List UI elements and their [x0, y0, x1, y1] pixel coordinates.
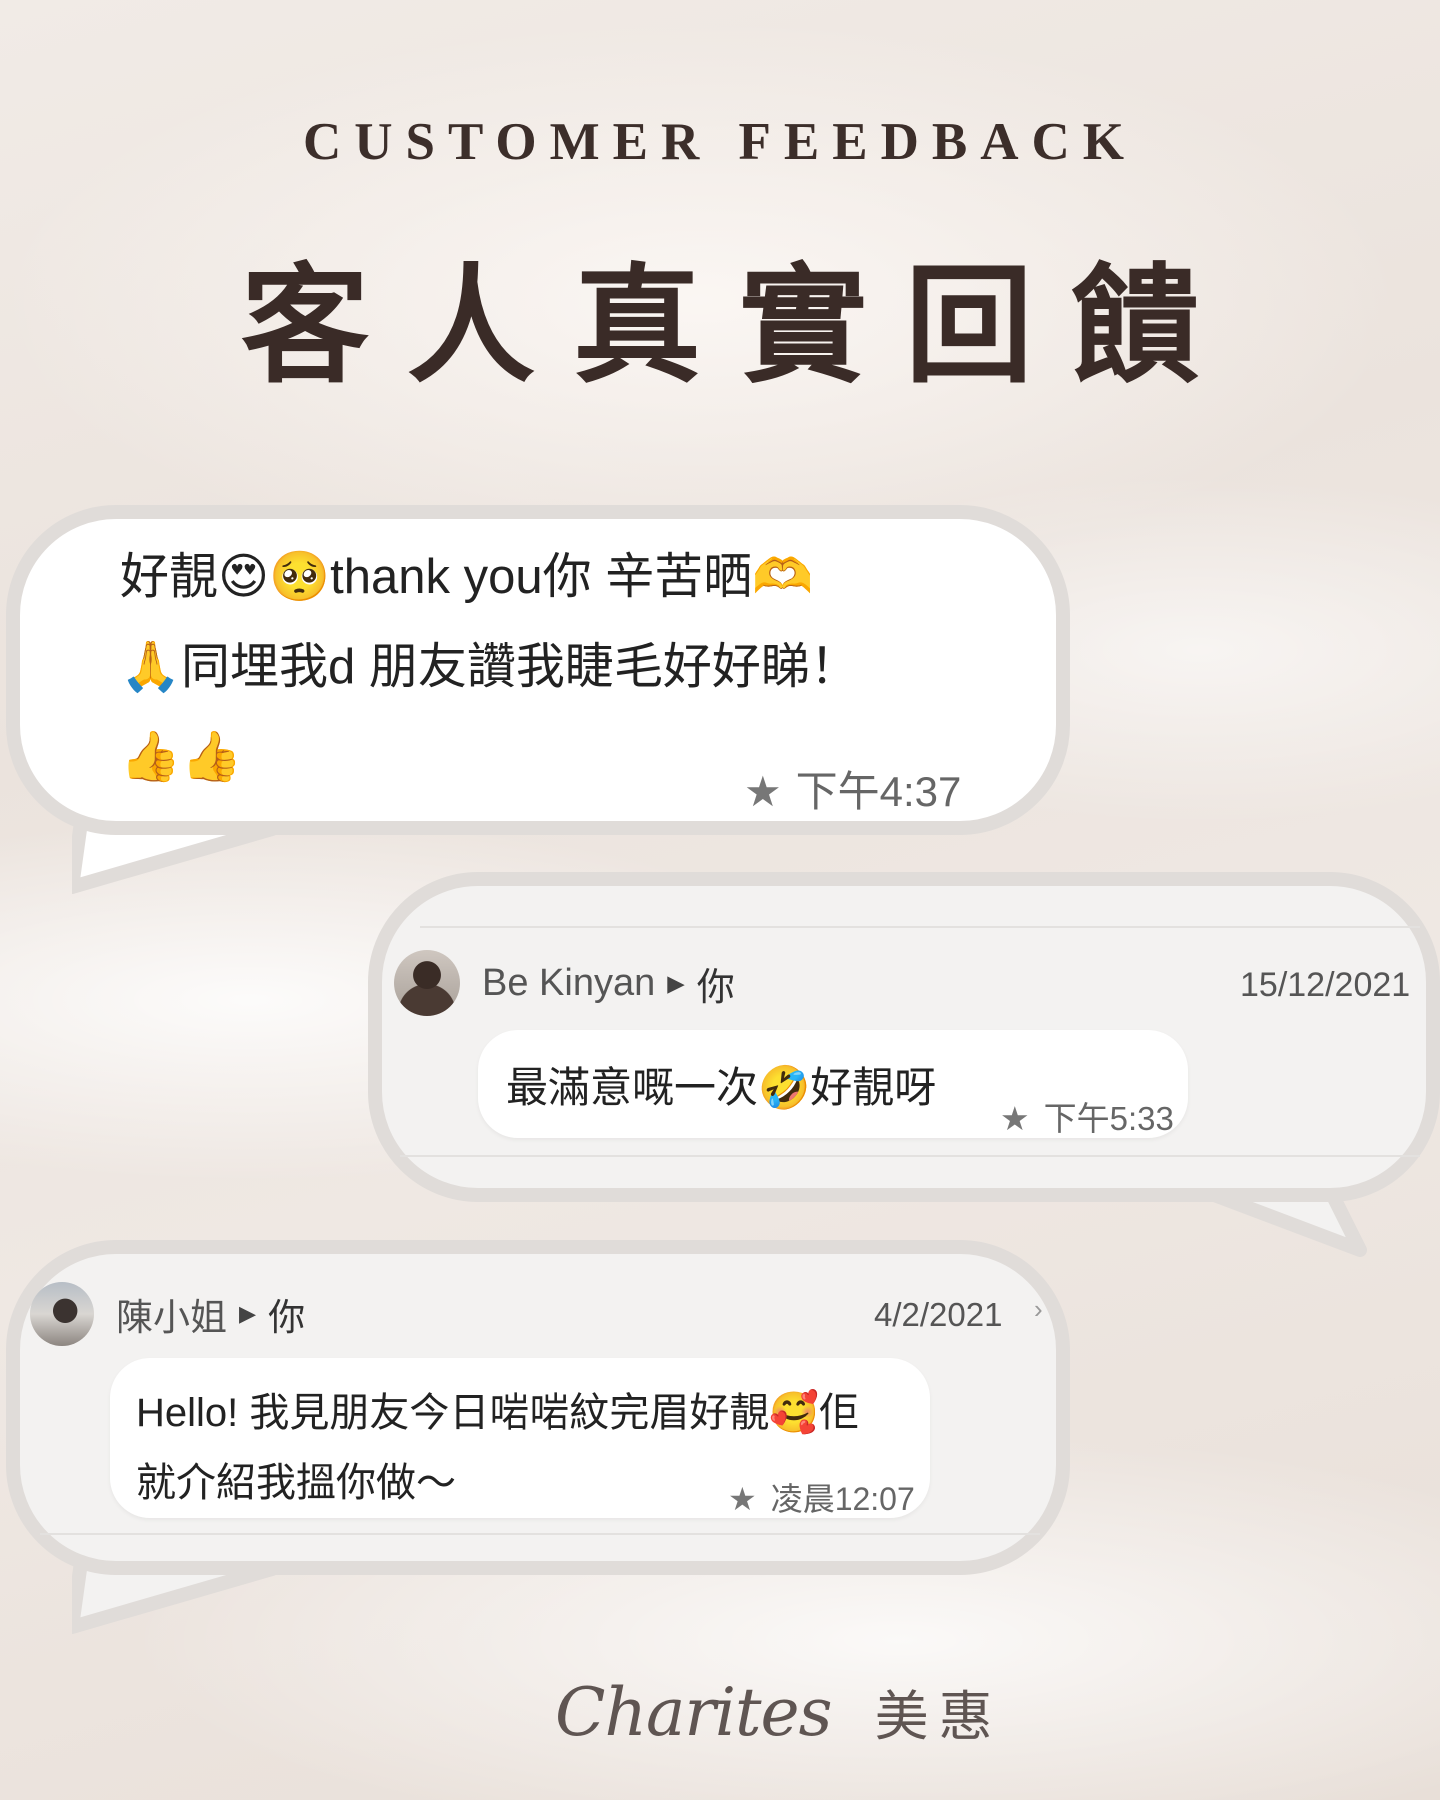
heading-english: CUSTOMER FEEDBACK: [302, 113, 1138, 171]
message-time: ★ 凌晨12:07: [728, 1474, 915, 1520]
message-header: 陳小姐 ▶ 你: [30, 1282, 305, 1346]
arrow-right-icon: ▶: [667, 969, 685, 996]
message-date: 4/2/2021: [874, 1296, 1003, 1333]
divider: [420, 926, 1420, 928]
star-icon: ★: [728, 1481, 757, 1517]
star-icon: ★: [1000, 1100, 1030, 1137]
divider: [400, 1155, 1420, 1157]
avatar: [30, 1282, 94, 1346]
avatar: [394, 950, 460, 1016]
message-time: ★ 下午4:37: [744, 758, 961, 819]
recipient-name: 你: [696, 966, 735, 1009]
feedback-line: 🙏同埋我d 朋友讚我睫毛好好睇！: [120, 640, 859, 694]
time-label: 凌晨12:07: [770, 1481, 915, 1517]
logo-chinese: 美惠: [874, 1685, 1003, 1748]
logo-script: Charites: [555, 1674, 832, 1751]
message-header: Be Kinyan ▶ 你: [394, 950, 735, 1016]
time-label: 下午5:33: [1043, 1100, 1174, 1137]
message-time: ★ 下午5:33: [1000, 1092, 1174, 1140]
recipient-name: 你: [268, 1297, 306, 1338]
chevron-right-icon[interactable]: ›: [1034, 1294, 1043, 1325]
sender-name: 陳小姐: [116, 1297, 227, 1338]
divider: [40, 1533, 1040, 1535]
arrow-right-icon: ▶: [239, 1301, 257, 1326]
brand-logo: Charites 美惠: [555, 1672, 1003, 1751]
sender-name: Be Kinyan: [482, 961, 656, 1004]
heading-chinese: 客人真實回饋: [240, 251, 1237, 401]
message-date: 15/12/2021: [1240, 966, 1411, 1004]
feedback-line: 好靚😍🥺thank you你 辛苦晒🫶: [120, 550, 814, 604]
feedback-message-2: 最滿意嘅一次🤣好靚呀: [506, 1064, 937, 1111]
time-label: 下午4:37: [795, 768, 962, 815]
star-icon: ★: [744, 768, 782, 815]
feedback-line: Hello! 我見朋友今日啱啱紋完眉好靚🥰佢: [136, 1391, 860, 1435]
